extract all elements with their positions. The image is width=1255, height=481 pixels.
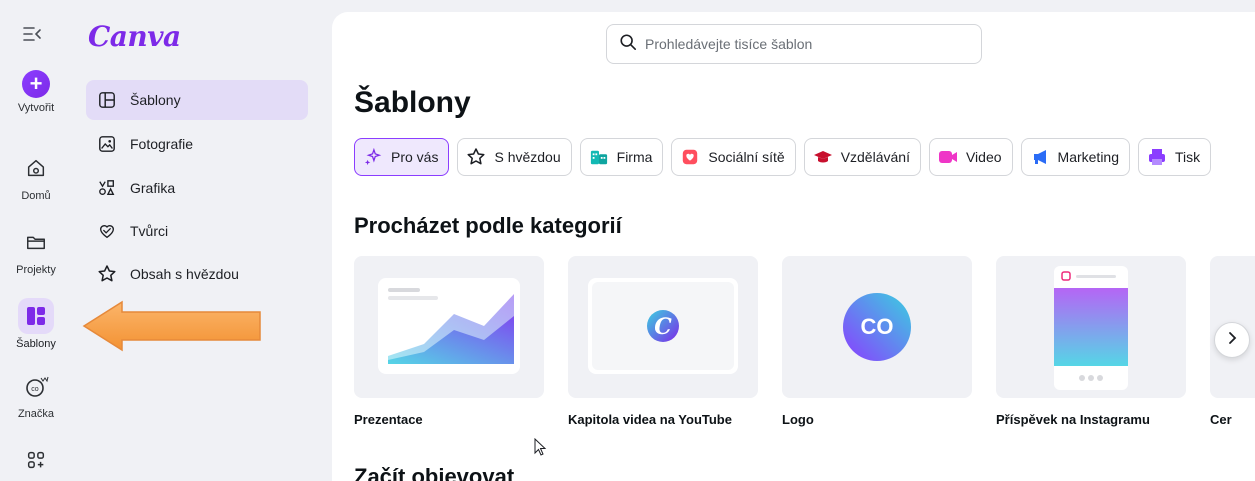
sidebar-item-photos[interactable]: Fotografie xyxy=(86,124,308,164)
video-icon xyxy=(938,147,958,167)
apps-icon xyxy=(18,442,54,478)
chip-education[interactable]: Vzdělávání xyxy=(803,138,921,176)
chip-for-you[interactable]: Pro vás xyxy=(354,138,450,176)
chip-label: Tisk xyxy=(1175,149,1201,165)
presentation-thumbnail xyxy=(354,256,544,398)
templates-sidebar: Canva Šablony Fotografie Grafika Tvůrci … xyxy=(72,0,332,481)
star-icon xyxy=(96,263,118,285)
card-youtube-chapter[interactable]: C Kapitola videa na YouTube xyxy=(568,256,758,427)
card-label: Prezentace xyxy=(354,412,423,427)
sidebar-item-label: Šablony xyxy=(130,92,181,108)
logo-thumb-text: CO xyxy=(860,314,894,339)
sidebar-item-graphics[interactable]: Grafika xyxy=(86,168,308,208)
graphics-icon xyxy=(96,177,118,199)
sidebar-item-label: Fotografie xyxy=(130,136,194,152)
main-panel: Šablony Pro vás S hvězdou Firma Sociální… xyxy=(332,12,1255,481)
sidebar-item-label: Tvůrci xyxy=(130,223,169,239)
megaphone-icon xyxy=(1030,147,1050,167)
chip-label: S hvězdou xyxy=(494,149,561,165)
annotation-arrow xyxy=(82,300,262,357)
category-chips: Pro vás S hvězdou Firma Sociální sítě Vz… xyxy=(354,138,1212,178)
rail-item-brand[interactable]: co Značka xyxy=(0,368,72,420)
mouse-cursor-icon xyxy=(534,437,548,463)
chip-label: Pro vás xyxy=(391,149,439,165)
rail-item-label: Šablony xyxy=(16,338,56,350)
categories-heading: Procházet podle kategorií xyxy=(354,213,622,238)
card-label: Logo xyxy=(782,412,814,427)
chip-label: Video xyxy=(965,149,1002,165)
print-icon xyxy=(1147,147,1167,167)
card-instagram-post[interactable]: Příspěvek na Instagramu xyxy=(996,256,1186,427)
chip-starred[interactable]: S hvězdou xyxy=(457,138,572,176)
instagram-thumbnail xyxy=(996,256,1186,398)
left-rail: + Vytvořit Domů Projekty Šablony co Znač… xyxy=(0,0,72,481)
card-presentation[interactable]: Prezentace xyxy=(354,256,544,427)
folder-icon xyxy=(18,224,54,260)
search-bar[interactable] xyxy=(606,24,982,64)
youtube-thumbnail: C xyxy=(568,256,758,398)
brand-icon: co xyxy=(18,368,54,404)
rail-item-home[interactable]: Domů xyxy=(0,150,72,202)
create-button[interactable]: + Vytvořit xyxy=(0,70,72,114)
business-icon xyxy=(589,147,609,167)
create-label: Vytvořit xyxy=(17,102,55,114)
carousel-next-button[interactable] xyxy=(1214,322,1250,358)
chip-marketing[interactable]: Marketing xyxy=(1020,138,1130,176)
chip-label: Vzdělávání xyxy=(840,149,910,165)
discover-heading: Začít objevovat xyxy=(354,464,515,481)
chip-social[interactable]: Sociální sítě xyxy=(671,138,796,176)
photo-icon xyxy=(96,133,118,155)
card-label: Příspěvek na Instagramu xyxy=(996,412,1150,427)
sidebar-item-label: Grafika xyxy=(130,180,176,196)
canva-logo[interactable]: Canva xyxy=(88,20,181,53)
sidebar-item-label: Obsah s hvězdou xyxy=(130,266,239,282)
svg-text:C: C xyxy=(654,314,672,340)
creators-icon xyxy=(96,220,118,242)
graduation-cap-icon xyxy=(813,147,833,167)
chevron-right-icon xyxy=(1225,331,1239,350)
sidebar-item-creators[interactable]: Tvůrci xyxy=(86,211,308,251)
svg-text:co: co xyxy=(31,386,39,393)
card-logo[interactable]: CO Logo xyxy=(782,256,972,427)
search-input[interactable] xyxy=(645,36,965,52)
page-title: Šablony xyxy=(354,86,471,119)
rail-item-label: Projekty xyxy=(16,264,56,276)
chip-business[interactable]: Firma xyxy=(579,138,664,176)
chip-label: Sociální sítě xyxy=(708,149,785,165)
search-icon xyxy=(619,33,637,56)
collapse-menu-icon[interactable] xyxy=(20,22,44,46)
card-label: Kapitola videa na YouTube xyxy=(568,412,732,427)
social-icon xyxy=(680,147,700,167)
rail-item-projects[interactable]: Projekty xyxy=(0,224,72,276)
chip-label: Firma xyxy=(616,149,653,165)
rail-item-label: Značka xyxy=(17,408,55,420)
chip-print[interactable]: Tisk xyxy=(1138,138,1212,176)
rail-item-templates[interactable]: Šablony xyxy=(0,298,72,350)
chip-video[interactable]: Video xyxy=(928,138,1013,176)
rail-item-label: Domů xyxy=(21,190,51,202)
plus-icon: + xyxy=(22,70,50,98)
sidebar-item-templates[interactable]: Šablony xyxy=(86,80,308,120)
home-icon xyxy=(18,150,54,186)
sparkle-icon xyxy=(363,147,383,167)
logo-thumbnail: CO xyxy=(782,256,972,398)
sidebar-item-starred[interactable]: Obsah s hvězdou xyxy=(86,254,308,294)
templates-icon xyxy=(96,89,118,111)
card-label: Cer xyxy=(1210,412,1232,427)
rail-item-apps[interactable] xyxy=(0,442,72,478)
templates-icon xyxy=(18,298,54,334)
chip-label: Marketing xyxy=(1057,149,1119,165)
star-icon xyxy=(466,147,486,167)
